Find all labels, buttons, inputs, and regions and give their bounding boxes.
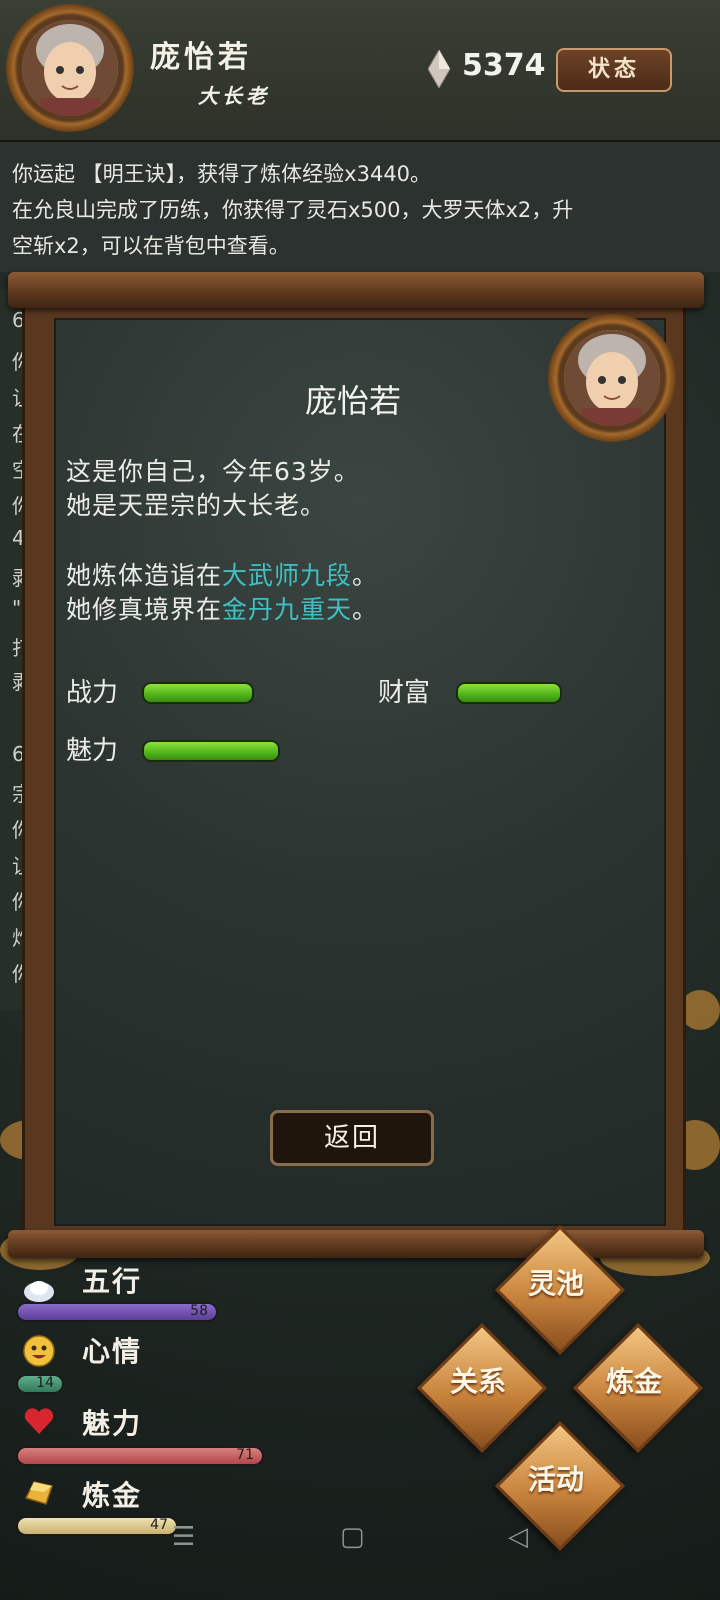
menu-icon[interactable]: ☰	[172, 1522, 195, 1552]
body-cultivation-level: 大武师九段	[222, 561, 353, 590]
scroll-rod-bottom	[8, 1230, 704, 1258]
body-cultivation-suffix: 。	[352, 561, 379, 590]
mood-meter: 14	[16, 1374, 64, 1394]
realm-suffix: 。	[352, 595, 379, 624]
scroll-rod-top	[8, 272, 704, 308]
mood-value: 14	[36, 1375, 54, 1391]
charm-bar	[142, 740, 280, 762]
spirit-stone-count: 5374	[462, 48, 546, 83]
dialog-character-name: 庞怡若	[304, 382, 401, 420]
event-log: 你运起 【明王诀】，获得了炼体经验x3440。 在允良山完成了历练，你获得了灵石…	[0, 142, 720, 272]
mood-icon	[23, 1335, 55, 1367]
realm-prefix: 她修真境界在	[66, 595, 223, 624]
charm-meter: 71	[16, 1446, 264, 1466]
status-button[interactable]: 状态	[556, 48, 672, 92]
log-line: 你运起 【明王诀】，获得了炼体经验x3440。	[12, 162, 432, 186]
back-button[interactable]: 返回	[270, 1110, 434, 1166]
wealth-bar	[456, 682, 562, 704]
top-header: 庞怡若 大长老 5374 状态	[0, 0, 720, 142]
spirit-stone-icon	[428, 50, 450, 88]
charm-label: 魅力	[66, 736, 119, 766]
player-avatar[interactable]	[6, 4, 134, 132]
spirit-pool-label: 灵池	[528, 1267, 585, 1300]
combat-label: 战力	[66, 678, 119, 708]
player-title: 大长老	[198, 84, 270, 108]
cloud-decoration	[680, 990, 720, 1030]
charm-value: 71	[236, 1447, 254, 1463]
dialog-body-cultivation-line: 她炼体造诣在大武师九段。	[66, 556, 378, 592]
alchemy-stat-label: 炼金	[82, 1479, 143, 1512]
five-elements-meter: 58	[16, 1302, 218, 1322]
dialog-age-line: 这是你自己，今年63岁。	[66, 457, 360, 486]
dialog-role-line: 她是天罡宗的大长老。	[66, 491, 327, 520]
log-line: 在允良山完成了历练，你获得了灵石x500，大罗天体x2，升	[12, 198, 574, 222]
realm-level: 金丹九重天	[222, 595, 353, 624]
mood-label: 心情	[82, 1335, 143, 1368]
alchemy-meter: 47	[16, 1516, 178, 1536]
five-elements-icon	[24, 1281, 54, 1302]
player-name: 庞怡若	[150, 40, 252, 75]
log-line: 空斩x2，可以在背包中查看。	[12, 234, 290, 258]
dialog-realm-line: 她修真境界在金丹九重天。	[66, 590, 378, 626]
back-icon[interactable]: ◁	[508, 1522, 528, 1552]
combat-bar	[142, 682, 254, 704]
alchemy-label: 炼金	[606, 1365, 663, 1398]
five-elements-value: 58	[190, 1303, 208, 1319]
log-char: "	[12, 596, 22, 620]
home-icon[interactable]: ▢	[340, 1522, 365, 1552]
activity-label: 活动	[528, 1463, 585, 1496]
heart-icon	[24, 1408, 54, 1434]
wealth-label: 财富	[378, 678, 431, 708]
alchemy-value: 47	[150, 1517, 168, 1533]
relations-label: 关系	[450, 1365, 507, 1398]
body-cultivation-prefix: 她炼体造诣在	[66, 561, 223, 590]
gold-ingot-icon	[24, 1481, 53, 1505]
charm-stat-label: 魅力	[82, 1407, 143, 1440]
five-elements-label: 五行	[82, 1265, 143, 1298]
